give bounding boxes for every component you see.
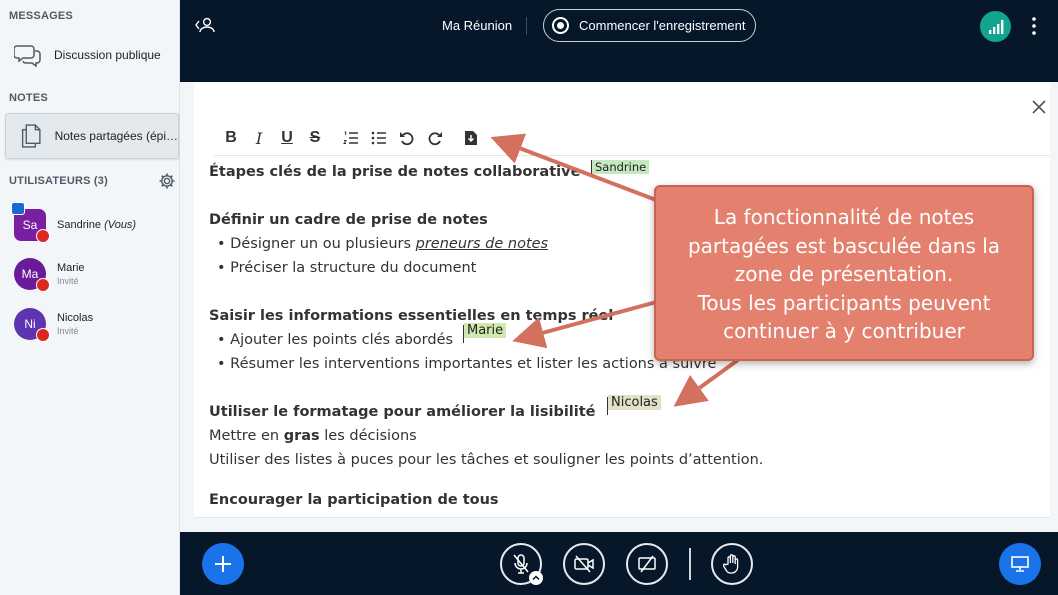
- screenshare-off-icon: [638, 555, 656, 573]
- bold-button[interactable]: B: [220, 129, 242, 147]
- top-bar: Ma Réunion Commencer l'enregistrement: [180, 0, 1058, 82]
- notes-bullet: Désigner un ou plusieurs preneurs de not…: [209, 236, 548, 252]
- bullet-list-icon: [371, 131, 386, 145]
- plus-icon: [215, 556, 231, 572]
- more-options-icon[interactable]: [1026, 14, 1042, 38]
- ordered-list-icon: [343, 131, 358, 144]
- notes-bullet: Résumer les interventions importantes et…: [209, 356, 716, 372]
- muted-microphone-icon: [513, 554, 529, 574]
- user-name: Marie: [57, 262, 85, 274]
- notes-text: Désigner un ou plusieurs: [230, 236, 416, 252]
- meeting-title: Ma Réunion: [442, 18, 513, 33]
- notes-text: les décisions: [319, 428, 417, 444]
- public-chat-item[interactable]: Discussion publique: [0, 35, 180, 75]
- divider: [526, 17, 527, 35]
- camera-button[interactable]: [563, 543, 605, 585]
- callout-line: La fonctionnalité de notes: [713, 205, 975, 229]
- callout-line: zone de présentation.: [734, 262, 954, 286]
- you-label: (Vous): [104, 219, 137, 231]
- bullet-list-button[interactable]: [368, 129, 390, 147]
- toolbar-divider: [214, 155, 1050, 156]
- notes-heading: Utiliser le formatage pour améliorer la …: [209, 404, 596, 420]
- user-item-marie[interactable]: Ma Marie Invité: [0, 254, 180, 294]
- record-label: Commencer l'enregistrement: [579, 18, 746, 33]
- editor-toolbar: B I U S: [220, 129, 488, 148]
- user-name-text: Sandrine: [57, 219, 102, 231]
- annotation-callout: La fonctionnalité de notes partagées est…: [654, 185, 1034, 361]
- strikethrough-button[interactable]: S: [304, 129, 326, 147]
- raise-hand-button[interactable]: [711, 543, 753, 585]
- presenter-icon: [11, 202, 25, 215]
- muted-mic-icon: [36, 229, 50, 243]
- close-icon[interactable]: [1030, 98, 1048, 116]
- start-recording-button[interactable]: Commencer l'enregistrement: [543, 9, 756, 42]
- screenshare-button[interactable]: [626, 543, 668, 585]
- avatar-initials: Ni: [24, 317, 36, 331]
- muted-mic-icon: [36, 328, 50, 342]
- cursor-tag-marie: Marie: [464, 323, 507, 338]
- presentation-toggle-button[interactable]: [999, 543, 1041, 585]
- user-role: Invité: [57, 326, 79, 336]
- redo-icon: [428, 132, 442, 146]
- user-name: Nicolas: [57, 312, 94, 324]
- cursor-tag-sandrine: Sandrine: [592, 160, 650, 174]
- download-file-icon: [465, 131, 477, 145]
- notes-heading: Définir un cadre de prise de notes: [209, 212, 488, 228]
- users-section-title: UTILISATEURS (3): [9, 175, 108, 187]
- notes-heading: Encourager la participation de tous: [209, 492, 499, 508]
- notes-bold-text: gras: [283, 428, 320, 444]
- redo-button[interactable]: [424, 129, 446, 147]
- notes-underlined-text: preneurs de notes: [415, 236, 549, 252]
- panel-divider: [194, 517, 1050, 518]
- user-role: Invité: [57, 276, 79, 286]
- callout-line: continuer à y contribuer: [723, 319, 965, 343]
- underline-button[interactable]: U: [276, 129, 298, 147]
- user-item-nicolas[interactable]: Ni Nicolas Invité: [0, 304, 180, 344]
- notes-bullet: Préciser la structure du document: [209, 260, 476, 276]
- connection-status-button[interactable]: [980, 11, 1011, 42]
- shared-notes-item[interactable]: Notes partagées (épi…: [5, 113, 179, 159]
- shared-notes-label: Notes partagées (épi…: [54, 129, 178, 143]
- messages-section-title: MESSAGES: [9, 10, 73, 22]
- audio-options-button[interactable]: [529, 571, 543, 585]
- notes-heading: Étapes clés de la prise de notes collabo…: [209, 164, 581, 180]
- presentation-icon: [1011, 556, 1029, 572]
- callout-line: Tous les participants peuvent: [697, 290, 991, 315]
- italic-button[interactable]: I: [248, 129, 270, 148]
- callout-line: partagées est basculée dans la: [687, 233, 1001, 258]
- ordered-list-button[interactable]: [340, 129, 362, 147]
- sidebar: MESSAGES Discussion publique NOTES Notes…: [0, 0, 180, 595]
- notes-heading: Saisir les informations essentielles en …: [209, 308, 614, 324]
- public-chat-label: Discussion publique: [54, 48, 161, 62]
- avatar-initials: Sa: [22, 218, 38, 232]
- user-item-sandrine[interactable]: Sa Sandrine (Vous): [0, 202, 180, 245]
- toggle-userlist-icon[interactable]: [194, 16, 216, 36]
- export-button[interactable]: [460, 129, 482, 147]
- avatar-initials: Ma: [21, 267, 39, 281]
- app-window: MESSAGES Discussion publique NOTES Notes…: [0, 0, 1058, 595]
- hand-icon: [723, 554, 739, 574]
- chat-bubbles-icon: [14, 45, 41, 68]
- muted-mic-icon: [36, 278, 50, 292]
- notes-paragraph: Mettre en gras les décisions: [209, 428, 417, 444]
- undo-icon: [400, 132, 414, 146]
- notes-bullet: Ajouter les points clés abordés: [209, 332, 453, 348]
- user-name: Sandrine (Vous): [57, 219, 136, 231]
- cursor-tag-nicolas: Nicolas: [608, 395, 661, 410]
- actions-button[interactable]: [202, 543, 244, 585]
- chevron-up-icon: [532, 575, 540, 581]
- gear-icon[interactable]: [158, 172, 176, 190]
- documents-icon: [21, 124, 41, 148]
- action-bar: [180, 532, 1058, 595]
- undo-button[interactable]: [396, 129, 418, 147]
- notes-text: Mettre en: [209, 428, 284, 444]
- divider: [689, 548, 691, 580]
- record-icon: [552, 17, 569, 34]
- notes-paragraph: Utiliser des listes à puces pour les tâc…: [209, 452, 764, 468]
- signal-bars-icon: [988, 19, 1003, 34]
- notes-section-title: NOTES: [9, 92, 48, 104]
- camera-off-icon: [574, 555, 594, 573]
